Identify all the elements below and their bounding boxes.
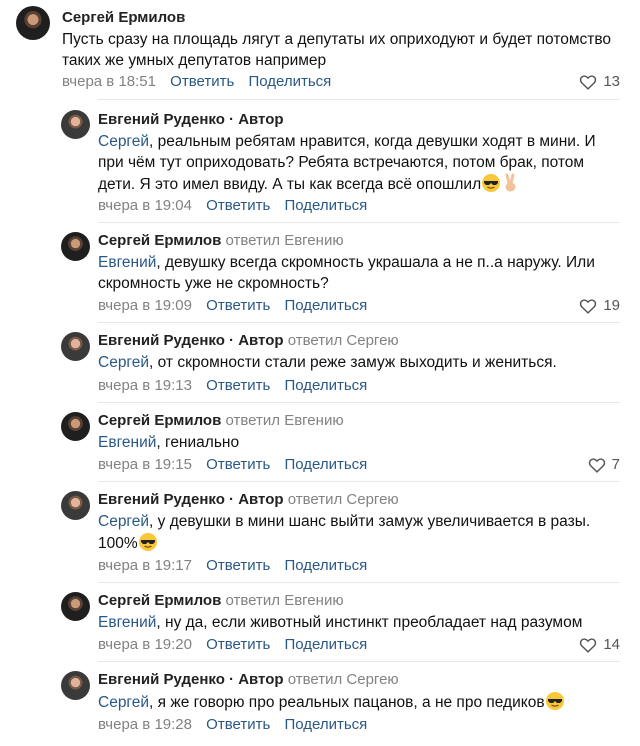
comment-author[interactable]: Евгений Руденко [98,671,225,688]
replied-to[interactable]: ответил Сергею [288,491,399,508]
reply-button[interactable]: Ответить [170,73,234,90]
reply-button[interactable]: Ответить [206,557,270,574]
like-button[interactable]: 14 [579,636,620,653]
avatar[interactable] [61,232,90,261]
replied-to[interactable]: ответил Евгению [226,412,344,429]
avatar[interactable] [61,412,90,441]
reply-button[interactable]: Ответить [206,716,270,733]
share-button[interactable]: Поделиться [284,456,367,473]
comment-time[interactable]: вчера в 19:15 [98,456,192,473]
reply-button[interactable]: Ответить [206,197,270,214]
like-count: 7 [611,456,620,473]
mention-link[interactable]: Евгений [98,434,156,451]
divider [98,661,620,662]
avatar[interactable] [16,6,50,40]
share-button[interactable]: Поделиться [284,716,367,733]
mention-link[interactable]: Сергей [98,513,149,530]
like-count: 14 [603,636,620,653]
avatar[interactable] [61,671,90,700]
replied-to[interactable]: ответил Евгению [226,232,344,249]
divider [98,222,620,223]
mention-link[interactable]: Евгений [98,254,156,271]
comment-text: Евгений, девушку всегда скромность украш… [98,254,595,292]
comment-time[interactable]: вчера в 18:51 [62,73,156,90]
comment-text: Сергей, у девушки в мини шанс выйти заму… [98,513,591,552]
share-button[interactable]: Поделиться [284,297,367,314]
comment-author[interactable]: Сергей Ермилов [98,592,221,609]
comment-text: Сергей, от скромности стали реже замуж в… [98,354,557,371]
comment-text: Евгений, ну да, если животный инстинкт п… [98,614,583,631]
like-button[interactable]: 19 [579,297,620,314]
comment-time[interactable]: вчера в 19:28 [98,716,192,733]
heart-icon [580,637,597,653]
divider [98,582,620,583]
sunglasses-emoji-icon [545,692,564,710]
comment-author[interactable]: Евгений Руденко [98,111,225,128]
author-badge: Автор [238,111,284,128]
comment-text: Пусть сразу на площадь лягут а депутаты … [62,31,612,69]
divider [98,322,620,323]
comment-time[interactable]: вчера в 19:09 [98,297,192,314]
comment-time[interactable]: вчера в 19:04 [98,197,192,214]
sunglasses-emoji-icon [138,533,157,551]
like-count: 19 [603,297,620,314]
comment-author[interactable]: Евгений Руденко [98,332,225,349]
mention-link[interactable]: Сергей [98,694,149,711]
comment-author[interactable]: Сергей Ермилов [62,9,185,26]
like-button[interactable]: 7 [588,456,620,473]
comment-time[interactable]: вчера в 19:20 [98,636,192,653]
comment-author[interactable]: Сергей Ермилов [98,412,221,429]
avatar[interactable] [61,110,90,139]
avatar[interactable] [61,592,90,621]
divider [98,481,620,482]
replied-to[interactable]: ответил Сергею [288,332,399,349]
comment-author[interactable]: Сергей Ермилов [98,232,221,249]
sunglasses-emoji-icon [482,174,501,192]
author-badge: Автор [238,491,284,508]
heart-icon [580,74,597,90]
share-button[interactable]: Поделиться [284,557,367,574]
share-button[interactable]: Поделиться [284,636,367,653]
comment-text: Сергей, реальным ребятам нравится, когда… [98,133,596,193]
like-count: 13 [603,73,620,90]
avatar[interactable] [61,332,90,361]
mention-link[interactable]: Сергей [98,354,149,371]
comment-text: Евгений, гениально [98,434,240,451]
share-button[interactable]: Поделиться [248,73,331,90]
reply-button[interactable]: Ответить [206,456,270,473]
reply-button[interactable]: Ответить [206,297,270,314]
like-button[interactable]: 13 [579,73,620,90]
reply-button[interactable]: Ответить [206,377,270,394]
victory-hand-icon [505,173,516,192]
author-badge: Автор [238,332,284,349]
author-badge: Автор [238,671,284,688]
replied-to[interactable]: ответил Евгению [226,592,344,609]
divider [98,402,620,403]
heart-icon [588,457,605,473]
mention-link[interactable]: Евгений [98,614,156,631]
comment-time[interactable]: вчера в 19:13 [98,377,192,394]
replied-to[interactable]: ответил Сергею [288,671,399,688]
share-button[interactable]: Поделиться [284,197,367,214]
comment-author[interactable]: Евгений Руденко [98,491,225,508]
comment-text: Сергей, я же говорю про реальных пацанов… [98,691,628,713]
mention-link[interactable]: Сергей [98,133,149,150]
divider [98,99,620,100]
reply-button[interactable]: Ответить [206,636,270,653]
comment-time[interactable]: вчера в 19:17 [98,557,192,574]
share-button[interactable]: Поделиться [284,377,367,394]
heart-icon [580,298,597,314]
avatar[interactable] [61,491,90,520]
